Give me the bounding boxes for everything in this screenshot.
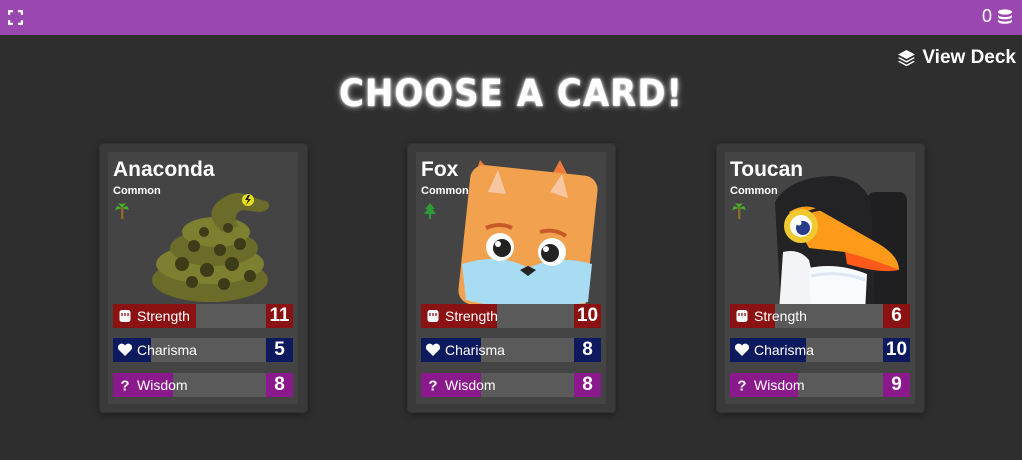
charisma-stat: Charisma 8 (421, 338, 601, 362)
card-face: Toucan Common Strength 6 Charisma 10 ? W… (725, 152, 915, 404)
strength-value: 10 (574, 304, 601, 328)
strength-stat: Strength 6 (730, 304, 910, 328)
card-name: Toucan (730, 158, 804, 181)
charisma-stat: Charisma 10 (730, 338, 910, 362)
card-face: Anaconda Common Strength 11 Charisma 5 ?… (108, 152, 298, 404)
wisdom-value: 8 (574, 373, 601, 397)
svg-text:?: ? (120, 378, 129, 395)
layers-icon (898, 49, 916, 66)
fist-icon (119, 310, 131, 322)
page-title: CHOOSE A CARD! (338, 72, 684, 116)
wisdom-label: Wisdom (445, 377, 496, 393)
fullscreen-icon[interactable] (8, 10, 23, 25)
strength-stat: Strength 10 (421, 304, 601, 328)
charisma-value: 5 (266, 338, 293, 362)
fist-icon (736, 310, 748, 322)
wisdom-stat: ? Wisdom 8 (421, 373, 601, 397)
question-mark-icon: ? (428, 378, 437, 395)
fist-icon (427, 310, 439, 322)
charisma-stat: Charisma 5 (113, 338, 293, 362)
strength-label: Strength (445, 308, 498, 324)
top-bar: 0 (0, 0, 1022, 35)
strength-value: 11 (266, 304, 293, 328)
question-mark-icon: ? (737, 378, 746, 395)
view-deck-button[interactable]: View Deck (897, 47, 1016, 69)
strength-label: Strength (137, 308, 190, 324)
charisma-label: Charisma (137, 342, 197, 358)
pine-tree-icon (424, 203, 436, 219)
heart-icon (117, 343, 133, 356)
svg-text:?: ? (737, 378, 746, 395)
wisdom-label: Wisdom (137, 377, 188, 393)
card-name: Fox (421, 158, 459, 181)
strength-stat: Strength 11 (113, 304, 293, 328)
wisdom-stat: ? Wisdom 8 (113, 373, 293, 397)
card-face: Fox Common Strength 10 Charisma 8 ? Wisd… (416, 152, 606, 404)
card-fox[interactable]: Fox Common Strength 10 Charisma 8 ? Wisd… (408, 144, 615, 412)
strength-label: Strength (754, 308, 807, 324)
strength-value: 6 (883, 304, 910, 328)
card-rarity: Common (113, 185, 161, 197)
coin-counter: 0 (982, 6, 1014, 27)
svg-text:?: ? (428, 378, 437, 395)
card-rarity: Common (421, 185, 469, 197)
view-deck-label: View Deck (922, 47, 1016, 68)
heart-icon (734, 343, 750, 356)
palm-tree-icon (115, 203, 129, 219)
wisdom-stat: ? Wisdom 9 (730, 373, 910, 397)
charisma-value: 8 (574, 338, 601, 362)
coin-count: 0 (981, 6, 992, 26)
wisdom-value: 8 (266, 373, 293, 397)
card-name: Anaconda (113, 158, 215, 181)
card-rarity: Common (730, 185, 778, 197)
card-toucan[interactable]: Toucan Common Strength 6 Charisma 10 ? W… (717, 144, 924, 412)
fox-illustration (458, 160, 598, 312)
charisma-label: Charisma (445, 342, 505, 358)
wisdom-label: Wisdom (754, 377, 805, 393)
question-mark-icon: ? (120, 378, 129, 395)
card-anaconda[interactable]: Anaconda Common Strength 11 Charisma 5 ?… (100, 144, 307, 412)
coins-icon (998, 8, 1012, 24)
charisma-value: 10 (883, 338, 910, 362)
heart-icon (425, 343, 441, 356)
wisdom-value: 9 (883, 373, 910, 397)
charisma-label: Charisma (754, 342, 814, 358)
palm-tree-icon (732, 203, 746, 219)
